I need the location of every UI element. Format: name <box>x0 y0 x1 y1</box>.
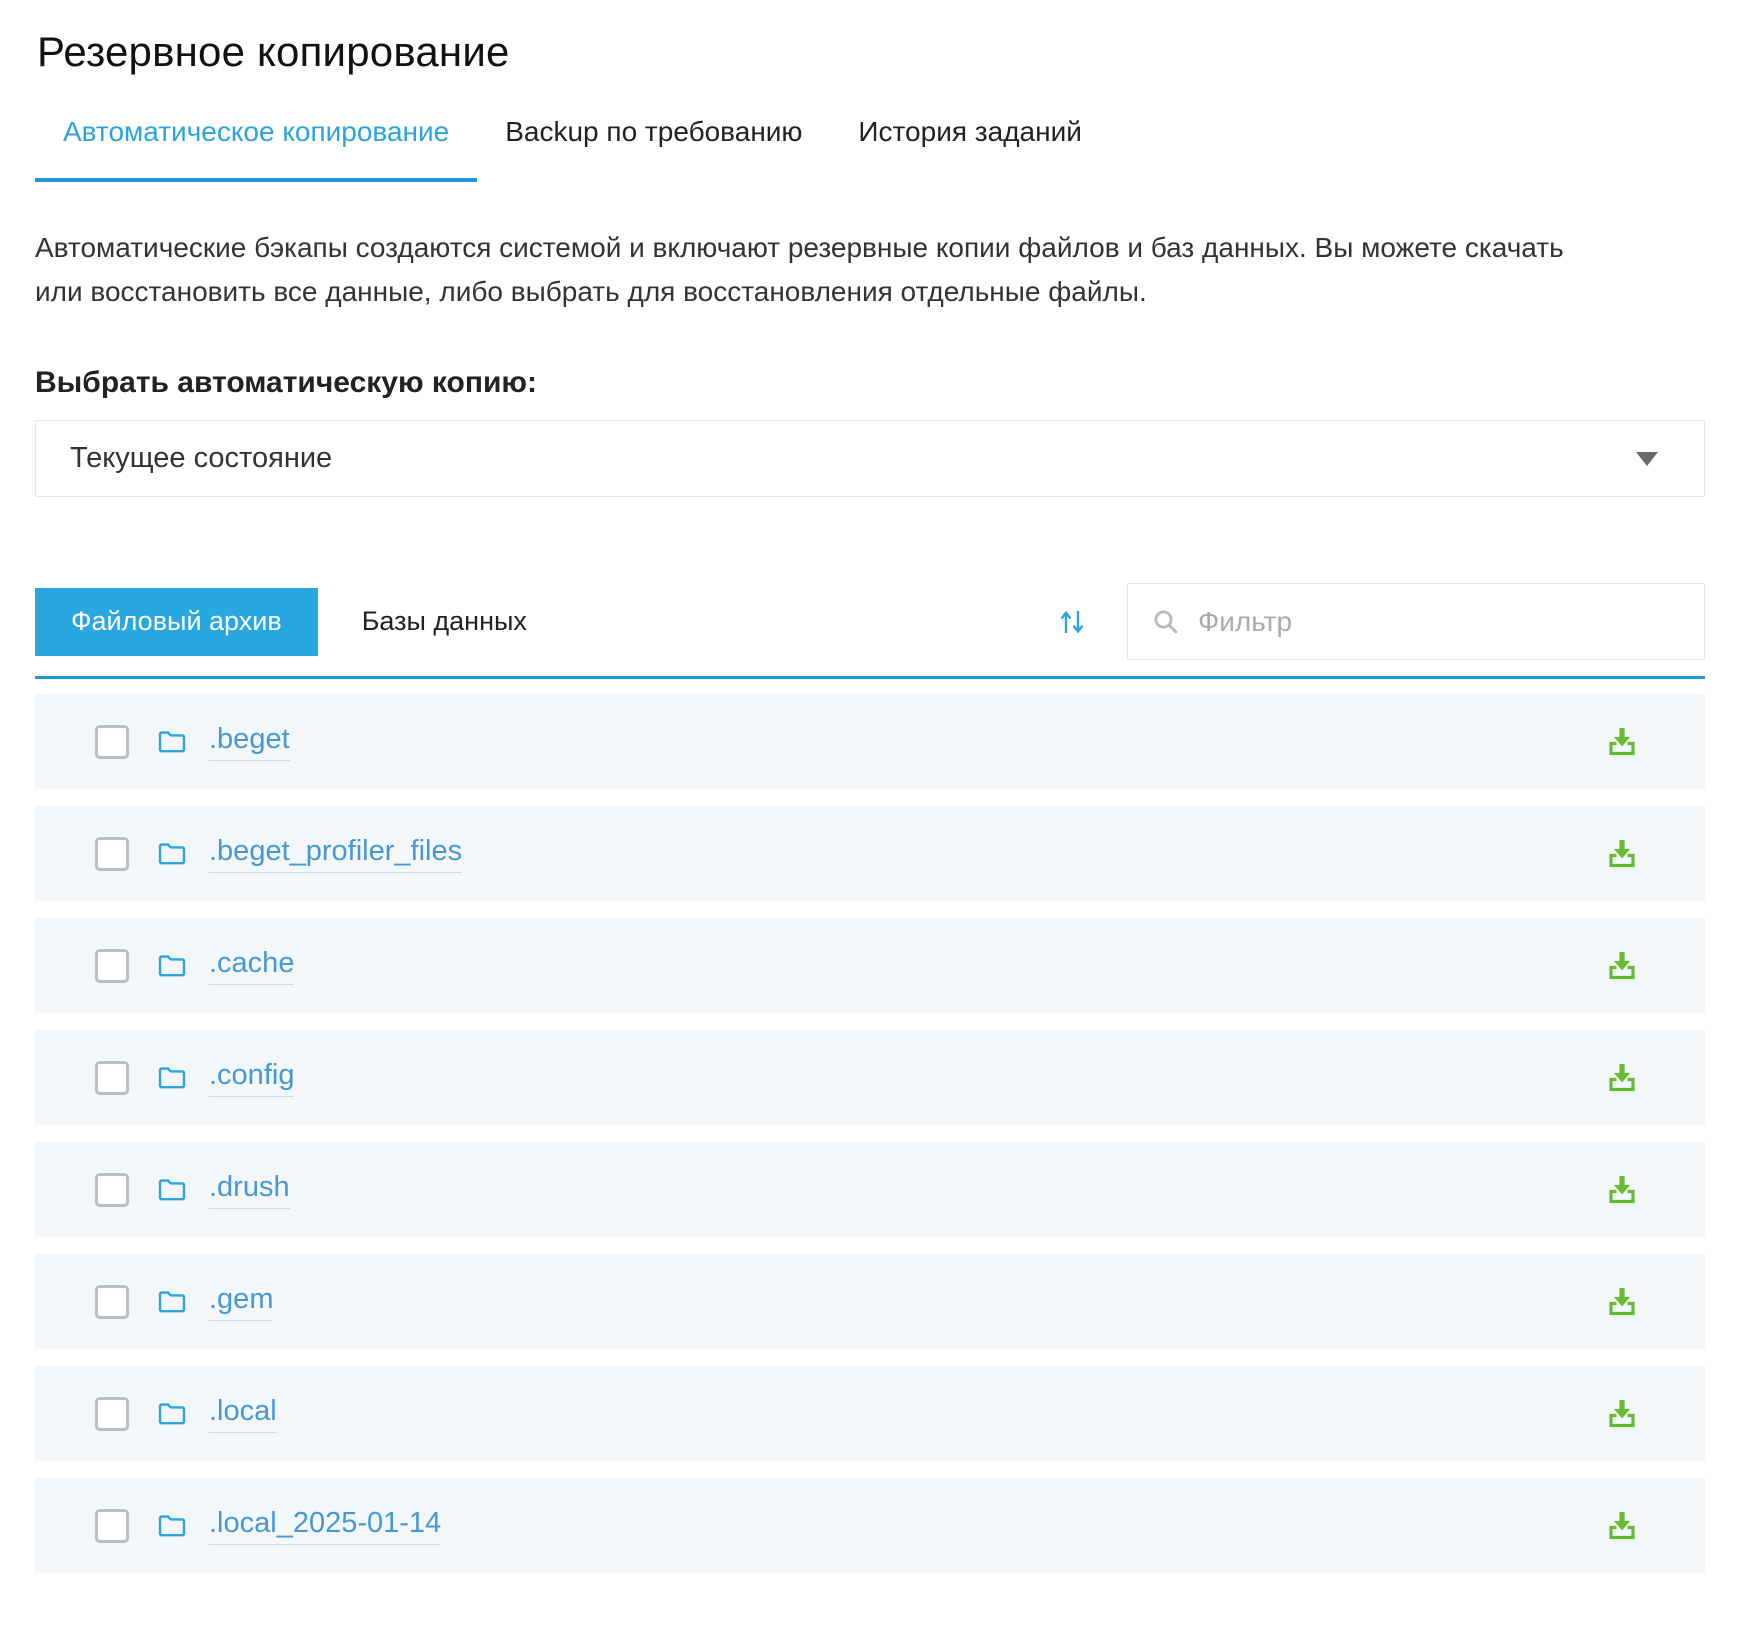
file-row: .beget <box>35 694 1705 789</box>
file-link[interactable]: .beget_profiler_files <box>209 835 462 873</box>
main-tabs: Автоматическое копирование Backup по тре… <box>35 116 1705 182</box>
folder-icon <box>157 1065 187 1091</box>
file-checkbox[interactable] <box>95 1173 129 1207</box>
tab-task-history[interactable]: История заданий <box>830 116 1109 182</box>
folder-icon <box>157 1289 187 1315</box>
file-link[interactable]: .gem <box>209 1283 273 1321</box>
filter-input[interactable] <box>1196 605 1684 639</box>
search-icon <box>1152 608 1180 636</box>
download-icon[interactable] <box>1604 1396 1640 1432</box>
folder-icon <box>157 1401 187 1427</box>
subtab-databases[interactable]: Базы данных <box>326 588 563 656</box>
file-checkbox[interactable] <box>95 837 129 871</box>
archive-toolbar: Файловый архив Базы данных <box>35 583 1705 679</box>
download-icon[interactable] <box>1604 836 1640 872</box>
description-text: Автоматические бэкапы создаются системой… <box>35 226 1595 314</box>
file-checkbox[interactable] <box>95 1285 129 1319</box>
file-checkbox[interactable] <box>95 1509 129 1543</box>
download-icon[interactable] <box>1604 948 1640 984</box>
tab-backup-on-demand[interactable]: Backup по требованию <box>477 116 830 182</box>
file-checkbox[interactable] <box>95 949 129 983</box>
folder-icon <box>157 1513 187 1539</box>
download-icon[interactable] <box>1604 1284 1640 1320</box>
file-link[interactable]: .cache <box>209 947 294 985</box>
copy-select-value: Текущее состояние <box>70 442 332 475</box>
download-icon[interactable] <box>1604 1508 1640 1544</box>
file-row: .drush <box>35 1142 1705 1237</box>
filter-box <box>1127 583 1705 660</box>
tab-automatic-backup[interactable]: Автоматическое копирование <box>35 116 477 182</box>
file-link[interactable]: .config <box>209 1059 294 1097</box>
file-checkbox[interactable] <box>95 1061 129 1095</box>
file-row: .local_2025-01-14 <box>35 1478 1705 1573</box>
file-row: .cache <box>35 918 1705 1013</box>
folder-icon <box>157 729 187 755</box>
file-checkbox[interactable] <box>95 725 129 759</box>
chevron-down-icon <box>1636 452 1658 466</box>
file-row: .beget_profiler_files <box>35 806 1705 901</box>
backup-page: Резервное копирование Автоматическое коп… <box>0 28 1740 1573</box>
file-link[interactable]: .drush <box>209 1171 290 1209</box>
copy-select-dropdown[interactable]: Текущее состояние <box>35 420 1705 497</box>
copy-select-label: Выбрать автоматическую копию: <box>35 366 1705 400</box>
page-title: Резервное копирование <box>37 28 1705 76</box>
file-link[interactable]: .local_2025-01-14 <box>209 1507 441 1545</box>
download-icon[interactable] <box>1604 724 1640 760</box>
download-icon[interactable] <box>1604 1172 1640 1208</box>
sort-icon[interactable] <box>1057 607 1087 637</box>
file-link[interactable]: .beget <box>209 723 290 761</box>
subtab-file-archive[interactable]: Файловый архив <box>35 588 318 656</box>
folder-icon <box>157 1177 187 1203</box>
file-row: .local <box>35 1366 1705 1461</box>
download-icon[interactable] <box>1604 1060 1640 1096</box>
folder-icon <box>157 841 187 867</box>
file-list: .beget .beget_profiler_files <box>35 694 1705 1573</box>
file-row: .gem <box>35 1254 1705 1349</box>
file-checkbox[interactable] <box>95 1397 129 1431</box>
folder-icon <box>157 953 187 979</box>
file-row: .config <box>35 1030 1705 1125</box>
file-link[interactable]: .local <box>209 1395 277 1433</box>
